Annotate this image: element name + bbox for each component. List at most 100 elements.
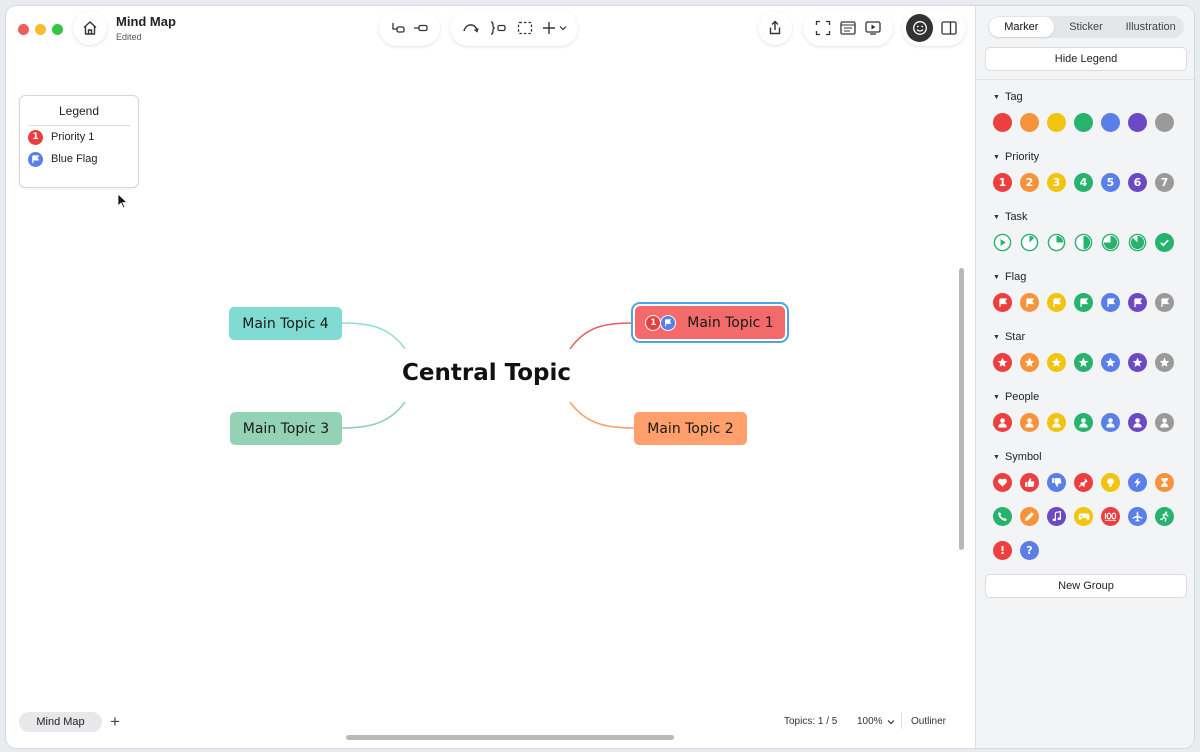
fit-map-button[interactable] <box>811 14 834 42</box>
main-topic-2[interactable]: Main Topic 2 <box>634 412 747 445</box>
relationship-button[interactable] <box>458 14 483 42</box>
purple-flag-icon[interactable] <box>1128 293 1147 312</box>
outliner-button[interactable]: Outliner <box>911 716 946 727</box>
yellow-person-icon[interactable] <box>1047 413 1066 432</box>
tag-orange-icon[interactable] <box>1020 113 1039 132</box>
gray-flag-icon[interactable] <box>1155 293 1174 312</box>
horizontal-scrollbar[interactable] <box>346 735 674 740</box>
share-button[interactable] <box>758 11 792 45</box>
exclamation-icon[interactable]: ! <box>993 541 1012 560</box>
main-topic-1[interactable]: 1 Main Topic 1 <box>631 302 789 343</box>
hide-legend-button[interactable]: Hide Legend <box>986 48 1186 70</box>
legend-box[interactable]: Legend 1 Priority 1 Blue Flag <box>19 95 139 188</box>
boundary-button[interactable] <box>512 14 537 42</box>
priority-3-icon[interactable]: 3 <box>1047 173 1066 192</box>
zen-mode-button[interactable] <box>836 14 859 42</box>
orange-star-icon[interactable] <box>1020 353 1039 372</box>
running-person-icon[interactable] <box>1155 507 1174 526</box>
main-topic-3[interactable]: Main Topic 3 <box>230 412 342 445</box>
priority-5-icon[interactable]: 5 <box>1101 173 1120 192</box>
red-person-icon[interactable] <box>993 413 1012 432</box>
group-people[interactable]: ▼ People <box>993 391 1039 403</box>
priority-4-icon[interactable]: 4 <box>1074 173 1093 192</box>
orange-flag-icon[interactable] <box>1020 293 1039 312</box>
tab-illustration[interactable]: Illustration <box>1118 17 1183 37</box>
insert-subtopic-button[interactable] <box>387 14 409 42</box>
group-star[interactable]: ▼ Star <box>993 331 1025 343</box>
mind-map-canvas[interactable]: Legend 1 Priority 1 Blue Flag Central To… <box>6 6 970 748</box>
tag-red-icon[interactable] <box>993 113 1012 132</box>
tag-green-icon[interactable] <box>1074 113 1093 132</box>
task-three-quarter-icon[interactable] <box>1101 233 1120 252</box>
heart-icon[interactable] <box>993 473 1012 492</box>
lightning-icon[interactable] <box>1128 473 1147 492</box>
group-tag[interactable]: ▼ Tag <box>993 91 1023 103</box>
add-sheet-button[interactable]: + <box>110 712 120 732</box>
blue-star-icon[interactable] <box>1101 353 1120 372</box>
central-topic[interactable]: Central Topic <box>402 360 571 386</box>
green-person-icon[interactable] <box>1074 413 1093 432</box>
new-group-button[interactable]: New Group <box>986 575 1186 597</box>
task-half-icon[interactable] <box>1074 233 1093 252</box>
task-seven-oct-icon[interactable] <box>1128 233 1147 252</box>
purple-star-icon[interactable] <box>1128 353 1147 372</box>
tab-marker[interactable]: Marker <box>989 17 1054 37</box>
home-button[interactable] <box>73 11 107 45</box>
hourglass-icon[interactable] <box>1155 473 1174 492</box>
tag-purple-icon[interactable] <box>1128 113 1147 132</box>
zoom-dropdown[interactable]: 100% <box>857 716 895 727</box>
yellow-flag-icon[interactable] <box>1047 293 1066 312</box>
priority-1-icon[interactable]: 1 <box>993 173 1012 192</box>
phone-icon[interactable] <box>993 507 1012 526</box>
document-title-block[interactable]: Mind Map Edited <box>116 14 176 42</box>
pencil-icon[interactable] <box>1020 507 1039 526</box>
task-oct-icon[interactable] <box>1020 233 1039 252</box>
lightbulb-icon[interactable] <box>1101 473 1120 492</box>
task-quarter-icon[interactable] <box>1047 233 1066 252</box>
summary-button[interactable] <box>485 14 510 42</box>
airplane-icon[interactable] <box>1128 507 1147 526</box>
music-note-icon[interactable] <box>1047 507 1066 526</box>
green-flag-icon[interactable] <box>1074 293 1093 312</box>
blue-flag-icon[interactable] <box>1101 293 1120 312</box>
yellow-star-icon[interactable] <box>1047 353 1066 372</box>
tag-yellow-icon[interactable] <box>1047 113 1066 132</box>
purple-person-icon[interactable] <box>1128 413 1147 432</box>
blue-person-icon[interactable] <box>1101 413 1120 432</box>
thumbs-down-icon[interactable] <box>1047 473 1066 492</box>
presentation-button[interactable] <box>862 14 885 42</box>
tab-sticker[interactable]: Sticker <box>1054 17 1119 37</box>
orange-person-icon[interactable] <box>1020 413 1039 432</box>
maximize-window-button[interactable] <box>52 24 63 35</box>
task-start-icon[interactable] <box>993 233 1012 252</box>
group-task[interactable]: ▼ Task <box>993 211 1028 223</box>
question-icon[interactable]: ? <box>1020 541 1039 560</box>
task-done-icon[interactable] <box>1155 233 1174 252</box>
gamepad-icon[interactable] <box>1074 507 1093 526</box>
green-star-icon[interactable] <box>1074 353 1093 372</box>
priority-6-icon[interactable]: 6 <box>1128 173 1147 192</box>
tag-blue-icon[interactable] <box>1101 113 1120 132</box>
tag-gray-icon[interactable] <box>1155 113 1174 132</box>
group-symbol[interactable]: ▼ Symbol <box>993 451 1042 463</box>
insert-topic-button[interactable] <box>411 14 433 42</box>
gray-person-icon[interactable] <box>1155 413 1174 432</box>
red-star-icon[interactable] <box>993 353 1012 372</box>
hundred-points-icon[interactable] <box>1101 507 1120 526</box>
toggle-sidebar-button[interactable] <box>935 14 962 42</box>
marker-panel-button[interactable] <box>906 14 933 42</box>
priority-2-icon[interactable]: 2 <box>1020 173 1039 192</box>
priority-7-icon[interactable]: 7 <box>1155 173 1174 192</box>
insert-menu-button[interactable] <box>539 14 570 42</box>
main-topic-4[interactable]: Main Topic 4 <box>229 307 342 340</box>
red-flag-icon[interactable] <box>993 293 1012 312</box>
group-priority[interactable]: ▼ Priority <box>993 151 1039 163</box>
vertical-scrollbar[interactable] <box>959 268 964 550</box>
pin-icon[interactable] <box>1074 473 1093 492</box>
minimize-window-button[interactable] <box>35 24 46 35</box>
gray-star-icon[interactable] <box>1155 353 1174 372</box>
sheet-tab-mind-map[interactable]: Mind Map <box>19 712 102 732</box>
thumbs-up-icon[interactable] <box>1020 473 1039 492</box>
close-window-button[interactable] <box>18 24 29 35</box>
group-flag[interactable]: ▼ Flag <box>993 271 1026 283</box>
